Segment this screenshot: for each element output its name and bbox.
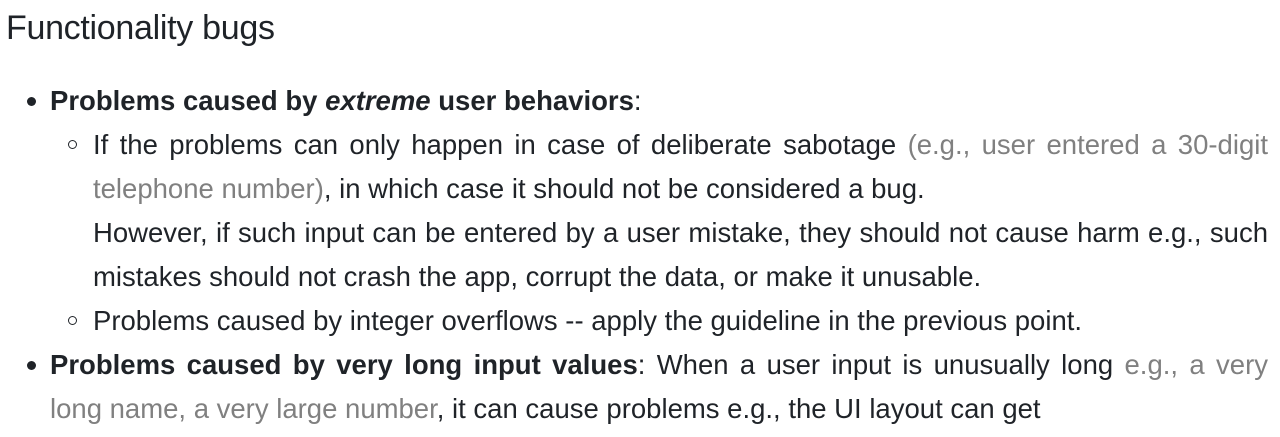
sub-list: If the problems can only happen in case …: [50, 123, 1268, 343]
sub-item-text: Problems caused by integer overflows -- …: [93, 305, 1083, 336]
bug-category-list: Problems caused by extreme user behavior…: [0, 79, 1268, 431]
item-text: : When a user input is unusually long: [637, 349, 1125, 380]
guideline-list: Problems caused by extreme user behavior…: [0, 79, 1268, 431]
section-heading: Functionality bugs: [6, 9, 275, 47]
emphasis-text: extreme: [325, 85, 431, 116]
item-text-cont: , it can cause problems e.g., the UI lay…: [436, 393, 1041, 424]
circle-bullet-icon: [68, 140, 77, 149]
item-title: Problems caused by very long input value…: [50, 349, 638, 380]
list-item-long-input: Problems caused by very long input value…: [27, 343, 1268, 431]
list-item-extreme-behaviors: Problems caused by extreme user behavior…: [27, 79, 1268, 343]
item-title: Problems caused by extreme user behavior…: [50, 85, 634, 116]
sub-list-item-sabotage: If the problems can only happen in case …: [68, 123, 1268, 299]
sub-item-text: If the problems can only happen in case …: [93, 129, 908, 160]
sub-list-item-overflow: Problems caused by integer overflows -- …: [68, 299, 1268, 343]
item-colon: :: [633, 85, 642, 116]
sub-item-text-cont: , in which case it should not be conside…: [323, 173, 925, 204]
disc-bullet-icon: [27, 361, 36, 370]
sub-item-paragraph: However, if such input can be entered by…: [93, 217, 1268, 292]
circle-bullet-icon: [68, 316, 77, 325]
disc-bullet-icon: [27, 97, 36, 106]
